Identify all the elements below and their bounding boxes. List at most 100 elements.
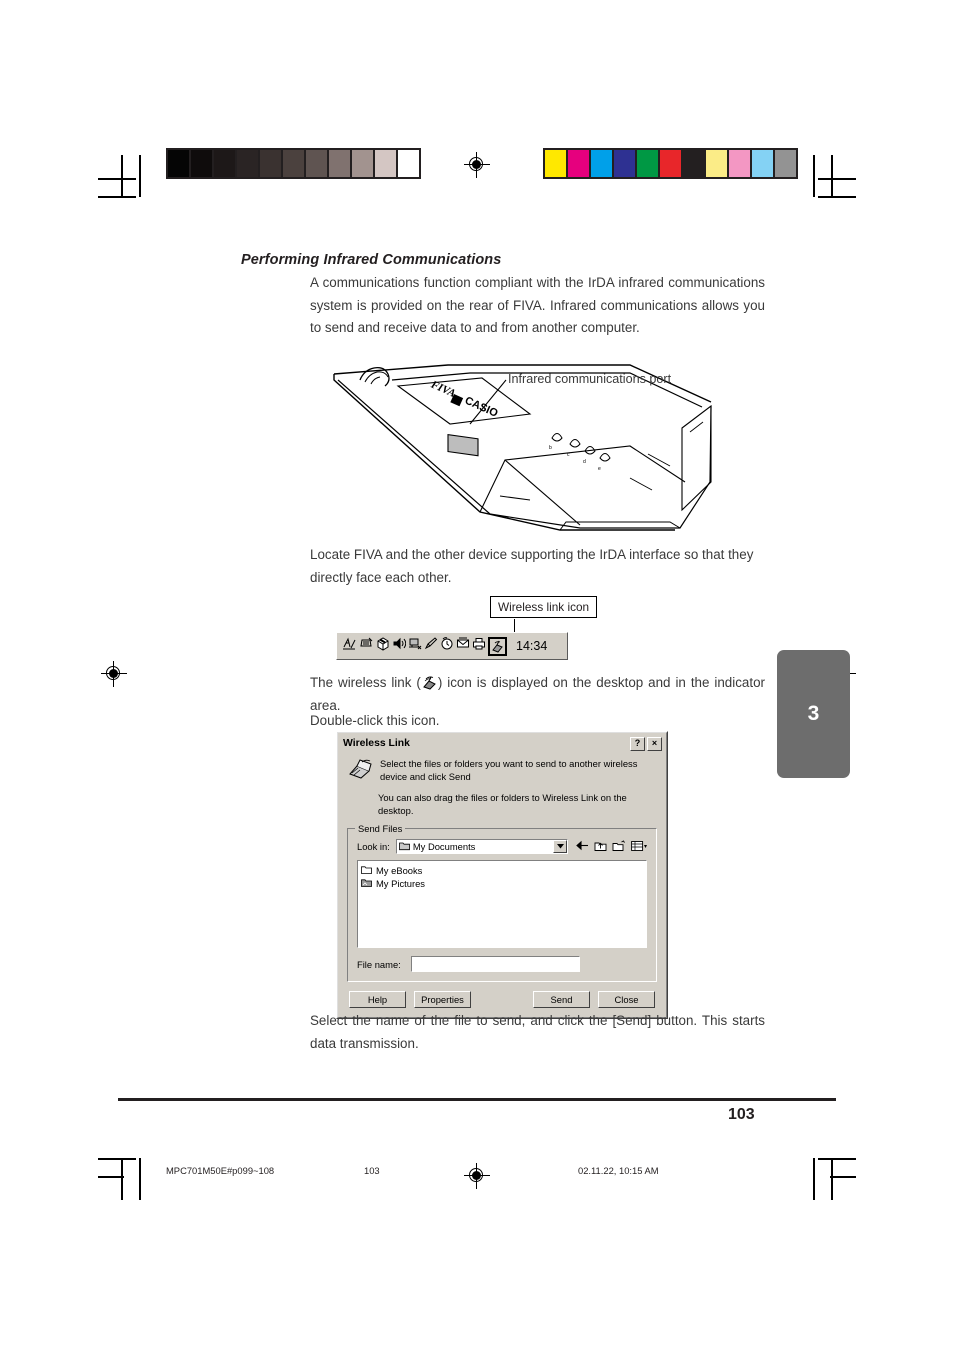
chapter-tab: 3	[777, 650, 850, 778]
network-icon[interactable]	[408, 636, 422, 656]
send-instruction-paragraph: Select the name of the file to send, and…	[310, 1013, 765, 1051]
list-item[interactable]: My eBooks	[361, 864, 646, 877]
file-name-input[interactable]	[410, 956, 580, 972]
tray-icon-group	[337, 636, 507, 656]
wireless-text-before: The wireless link (	[310, 675, 421, 690]
package-icon[interactable]	[376, 636, 390, 656]
crop-mark-bottom-left-h2	[98, 1176, 124, 1179]
look-in-dropdown[interactable]: My Documents	[395, 839, 568, 854]
calibration-swatch	[637, 150, 658, 177]
calibration-swatch	[237, 150, 258, 177]
tray-clock: 14:34	[516, 639, 548, 653]
views-icon[interactable]	[631, 840, 647, 854]
crop-mark-bottom-left-v2	[139, 1158, 142, 1200]
crop-mark-top-left-h2	[98, 178, 136, 181]
chevron-down-icon[interactable]	[553, 840, 567, 853]
calibration-swatch	[398, 150, 419, 177]
double-click-paragraph: Double-click this icon.	[310, 713, 440, 728]
wireless-device-icon	[347, 757, 373, 781]
folder-icon	[398, 841, 410, 853]
calibration-swatch	[306, 150, 327, 177]
calibration-swatch	[660, 150, 681, 177]
up-one-level-icon[interactable]	[594, 840, 607, 854]
print-slug-left: MPC701M50E#p099~108	[166, 1165, 275, 1176]
crop-mark-bottom-right-v2	[813, 1158, 816, 1200]
back-arrow-icon[interactable]	[576, 840, 589, 853]
calibration-swatch	[168, 150, 189, 177]
printer-icon[interactable]	[472, 636, 486, 656]
crop-mark-top-right-h	[818, 196, 856, 199]
wireless-link-icon[interactable]	[488, 636, 507, 656]
clock-icon[interactable]	[440, 636, 454, 656]
dialog-title-bar: Wireless Link ? ×	[340, 735, 664, 752]
system-tray: 14:34	[336, 632, 568, 660]
calibration-swatch	[706, 150, 727, 177]
file-name-label: File name:	[357, 958, 401, 970]
intro-paragraph: A communications function compliant with…	[310, 275, 765, 336]
svg-text:CASIO: CASIO	[463, 395, 500, 420]
crop-mark-bottom-right-v	[831, 1158, 834, 1200]
page-number: 103	[728, 1106, 755, 1123]
pen-tablet-icon[interactable]	[342, 636, 357, 656]
figure-label-infrared-port: Infrared communications port	[508, 372, 672, 386]
locate-paragraph: Locate FIVA and the other device support…	[310, 547, 754, 585]
registration-mark-bottom	[464, 1163, 490, 1189]
mail-icon[interactable]	[456, 636, 470, 656]
print-slug-right: 02.11.22, 10:15 AM	[578, 1165, 659, 1176]
print-slug-center: 103	[364, 1165, 380, 1176]
dialog-description-1: Select the files or folders you want to …	[380, 758, 638, 782]
send-button[interactable]: Send	[533, 991, 590, 1008]
calibration-swatch	[329, 150, 350, 177]
registration-mark-top	[464, 152, 490, 178]
calibration-swatch	[352, 150, 373, 177]
color-calibration-bar	[543, 148, 798, 179]
file-name: My eBooks	[376, 865, 423, 876]
close-button[interactable]: Close	[598, 991, 655, 1008]
crop-mark-top-left-v	[121, 155, 124, 197]
svg-text:e: e	[598, 466, 601, 472]
calibration-swatch	[614, 150, 635, 177]
list-item[interactable]: My Pictures	[361, 877, 646, 890]
svg-text:d: d	[583, 459, 586, 465]
file-name: My Pictures	[376, 878, 425, 889]
calibration-swatch	[591, 150, 612, 177]
folder-icon	[361, 865, 372, 877]
properties-button[interactable]: Properties	[414, 991, 471, 1008]
hardware-icon[interactable]	[359, 636, 374, 656]
send-files-group: Send Files Look in: My Documents My eBoo…	[347, 823, 657, 982]
look-in-value: My Documents	[412, 841, 476, 852]
dialog-description-2: You can also drag the files or folders t…	[378, 792, 627, 816]
svg-text:b: b	[549, 445, 552, 451]
file-list[interactable]: My eBooks My Pictures	[357, 860, 647, 948]
wireless-link-dialog: Wireless Link ? × Select the files or fo…	[336, 731, 668, 1019]
volume-icon[interactable]	[392, 636, 407, 656]
crop-mark-top-right-v2	[813, 155, 816, 197]
crop-mark-top-left-h	[98, 196, 136, 199]
crop-mark-bottom-right-h	[818, 1158, 856, 1161]
help-button[interactable]: Help	[349, 991, 406, 1008]
crop-mark-bottom-left-h	[98, 1158, 136, 1161]
dialog-title: Wireless Link	[343, 738, 410, 749]
crop-mark-top-right-v	[831, 155, 834, 197]
pencil-icon[interactable]	[424, 636, 438, 656]
send-files-legend: Send Files	[355, 823, 406, 834]
laptop-illustration: CASIO FIVA b c d e	[330, 362, 715, 537]
look-in-label: Look in:	[357, 841, 390, 852]
help-icon[interactable]: ?	[630, 736, 645, 751]
calibration-swatch	[729, 150, 750, 177]
calibration-swatch	[775, 150, 796, 177]
footer-rule	[118, 1098, 836, 1102]
close-icon[interactable]: ×	[647, 736, 662, 751]
crop-mark-top-left-v2	[139, 155, 142, 197]
callout-wireless-link-icon: Wireless link icon	[490, 596, 598, 618]
new-folder-icon[interactable]	[612, 839, 626, 854]
page-title: Performing Infrared Communications	[241, 252, 502, 268]
calibration-swatch	[375, 150, 396, 177]
crop-mark-top-right-h2	[818, 178, 856, 181]
calibration-swatch	[191, 150, 212, 177]
calibration-swatch	[683, 150, 704, 177]
wireless-link-inline-icon	[421, 675, 438, 691]
grayscale-calibration-bar	[166, 148, 421, 179]
calibration-swatch	[214, 150, 235, 177]
calibration-swatch	[568, 150, 589, 177]
